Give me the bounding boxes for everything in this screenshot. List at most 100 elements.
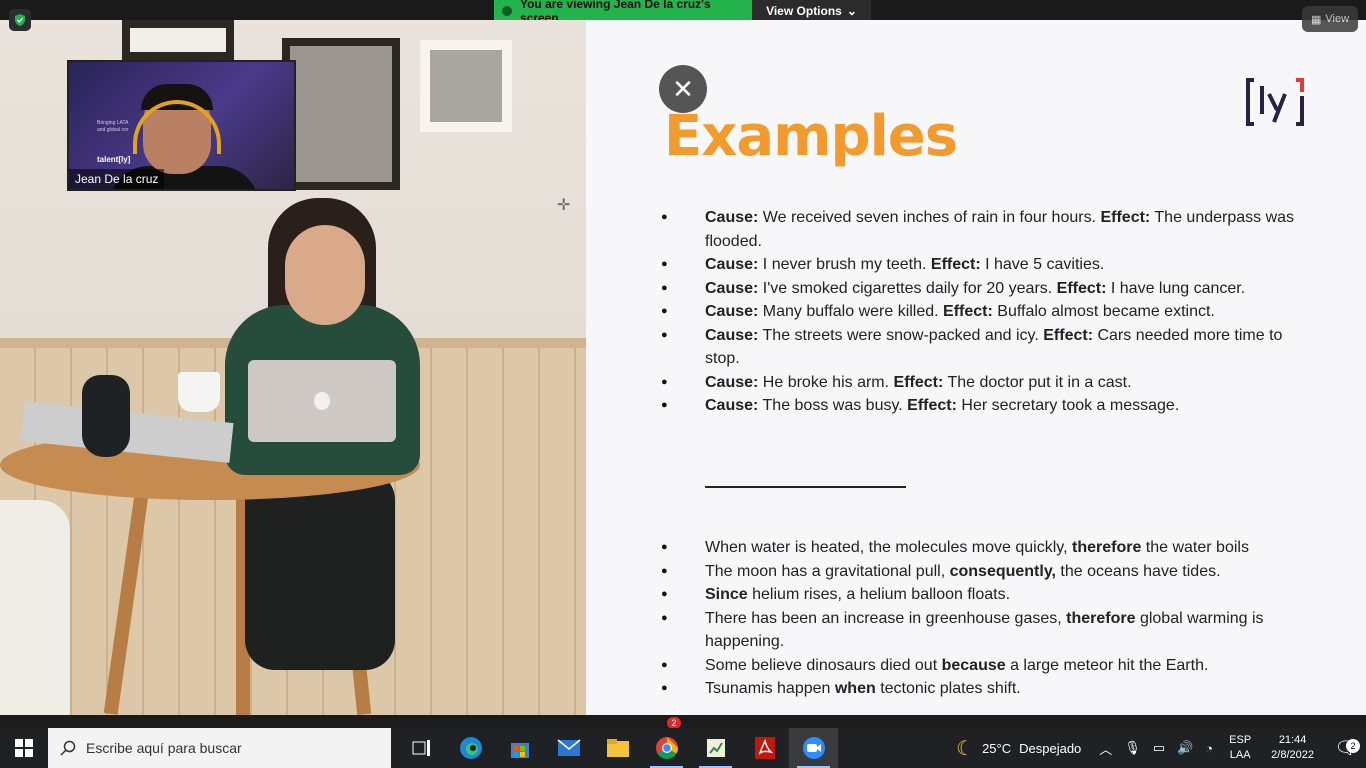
viewing-screen-banner: You are viewing Jean De la cruz's screen	[494, 0, 752, 25]
battery-icon[interactable]: ▭	[1153, 740, 1165, 756]
tray-icons: ︿ 🎙 ▭ 🔊 ◔	[1091, 739, 1221, 758]
list-item: The moon has a gravitational pull, conse…	[660, 560, 1300, 584]
search-icon	[60, 740, 76, 756]
chrome-icon[interactable]	[642, 728, 691, 768]
video-background-text: Bringing LATA and global cor	[97, 120, 129, 134]
effect-text: I have 5 cavities.	[980, 256, 1105, 273]
notification-center-button[interactable]: 🗨 2	[1326, 738, 1366, 759]
cause-label: Cause:	[705, 279, 759, 297]
shared-screen: ✛ ✕ Examples Cause: We received seven in…	[0, 20, 1366, 715]
apple-logo-icon	[314, 392, 330, 410]
cause-text: He broke his arm.	[758, 373, 894, 391]
effect-text: Her secretary took a message.	[956, 397, 1180, 414]
weather-temp: 25°C	[982, 740, 1012, 756]
cause-label: Cause:	[705, 397, 759, 414]
connector-keyword: when	[834, 680, 876, 697]
participant-name: Jean De la cruz	[69, 169, 165, 189]
cup	[178, 372, 220, 412]
view-options-button[interactable]: View Options ⌄	[752, 0, 871, 21]
search-placeholder: Escribe aquí para buscar	[86, 740, 242, 756]
task-view-icon[interactable]	[397, 728, 446, 768]
security-shield-icon[interactable]	[9, 9, 31, 31]
participant-video-tile[interactable]: Bringing LATA and global cor talent[ly] J…	[67, 60, 296, 191]
file-explorer-icon[interactable]	[593, 728, 642, 768]
mail-icon[interactable]	[544, 728, 593, 768]
effect-label: Effect:	[893, 373, 944, 391]
wall-frame	[282, 38, 400, 190]
close-button[interactable]: ✕	[659, 65, 707, 113]
connector-keyword: therefore	[1066, 609, 1136, 627]
chevron-up-icon[interactable]: ︿	[1099, 739, 1112, 758]
clock[interactable]: 21:44 2/8/2022	[1259, 733, 1326, 763]
list-item: Cause: He broke his arm. Effect: The doc…	[660, 371, 1300, 395]
spreadsheet-icon[interactable]	[691, 728, 740, 768]
acrobat-icon[interactable]	[740, 728, 789, 768]
effect-label: Effect:	[1100, 209, 1151, 226]
effect-label: Effect:	[907, 397, 957, 414]
cause-text: The boss was busy.	[758, 397, 908, 414]
clock-date: 2/8/2022	[1271, 749, 1314, 761]
list-item: Cause: The streets were snow-packed and …	[660, 324, 1300, 371]
cause-effect-list: Cause: We received seven inches of rain …	[660, 206, 1300, 418]
sentence-start: Tsunamis happen	[705, 680, 835, 697]
list-item: Cause: We received seven inches of rain …	[660, 206, 1300, 253]
sentence-end: the oceans have tides.	[1055, 562, 1221, 580]
wall-frame	[420, 40, 512, 132]
taskbar-search[interactable]: Escribe aquí para buscar	[48, 728, 391, 768]
cause-text: Many buffalo were killed.	[758, 303, 944, 320]
cause-text: We received seven inches of rain in four…	[758, 209, 1101, 226]
windows-taskbar: Escribe aquí para buscar ☾ 25°C Despejad…	[0, 728, 1366, 768]
effect-label: Effect:	[930, 256, 981, 273]
sharing-indicator-icon	[502, 5, 512, 16]
wifi-icon[interactable]: ◔	[1205, 741, 1213, 756]
edge-icon[interactable]	[446, 728, 495, 768]
list-item: Since helium rises, a helium balloon flo…	[660, 583, 1300, 607]
language-indicator[interactable]: ESP LAA	[1221, 733, 1259, 763]
video-bg-line: Bringing LATA	[97, 120, 129, 126]
clock-time: 21:44	[1278, 734, 1307, 746]
weather-widget[interactable]: ☾ 25°C Despejado	[946, 736, 1091, 761]
sentence-start: There has been an increase in greenhouse…	[705, 609, 1067, 627]
cause-label: Cause:	[705, 326, 759, 344]
person-face	[285, 225, 365, 325]
connector-keyword: consequently,	[949, 562, 1056, 580]
cause-label: Cause:	[705, 373, 759, 391]
microphone-icon[interactable]: 🎙	[1124, 740, 1141, 756]
connector-keyword: therefore	[1071, 539, 1142, 556]
chair	[0, 500, 70, 715]
view-options-label: View Options	[766, 3, 842, 18]
cause-text: I've smoked cigarettes daily for 20 year…	[758, 279, 1057, 297]
laptop	[248, 360, 396, 442]
wall-frame	[122, 20, 234, 60]
effect-text: The doctor put it in a cast.	[943, 373, 1132, 391]
close-icon: ✕	[672, 73, 694, 104]
effect-text: Buffalo almost became extinct.	[992, 303, 1215, 320]
sentence-start: The moon has a gravitational pull,	[705, 562, 950, 580]
cause-text: I never brush my teeth.	[758, 256, 931, 273]
cause-text: The streets were snow-packed and icy.	[758, 326, 1044, 344]
view-button[interactable]: ▦ View	[1302, 6, 1358, 32]
start-button[interactable]	[0, 728, 48, 768]
cause-label: Cause:	[705, 209, 759, 226]
store-icon[interactable]	[495, 728, 544, 768]
moon-icon: ☾	[956, 737, 975, 760]
slide-title: Examples	[664, 104, 958, 169]
sentence-end: helium rises, a helium balloon floats.	[747, 586, 1011, 603]
zoom-icon[interactable]	[789, 728, 838, 768]
volume-icon[interactable]: 🔊	[1177, 740, 1193, 756]
connector-list: When water is heated, the molecules move…	[660, 536, 1300, 701]
lang-layout: LAA	[1229, 749, 1251, 761]
sentence-end: a large meteor hit the Earth.	[1005, 656, 1209, 674]
video-background-logo: talent[ly]	[97, 155, 131, 164]
list-item: Cause: The boss was busy. Effect: Her se…	[660, 394, 1300, 418]
notification-count: 2	[1346, 738, 1360, 753]
windows-logo-icon	[15, 739, 33, 757]
effect-label: Effect:	[943, 303, 993, 320]
vase	[82, 375, 130, 457]
list-item: Cause: I never brush my teeth. Effect: I…	[660, 253, 1300, 277]
grid-view-icon: ▦	[1310, 13, 1322, 26]
weather-text: Despejado	[1019, 740, 1082, 756]
video-bg-line: and global cor	[97, 127, 129, 133]
list-item: Some believe dinosaurs died out because …	[660, 654, 1300, 678]
connector-keyword: Since	[705, 586, 748, 603]
